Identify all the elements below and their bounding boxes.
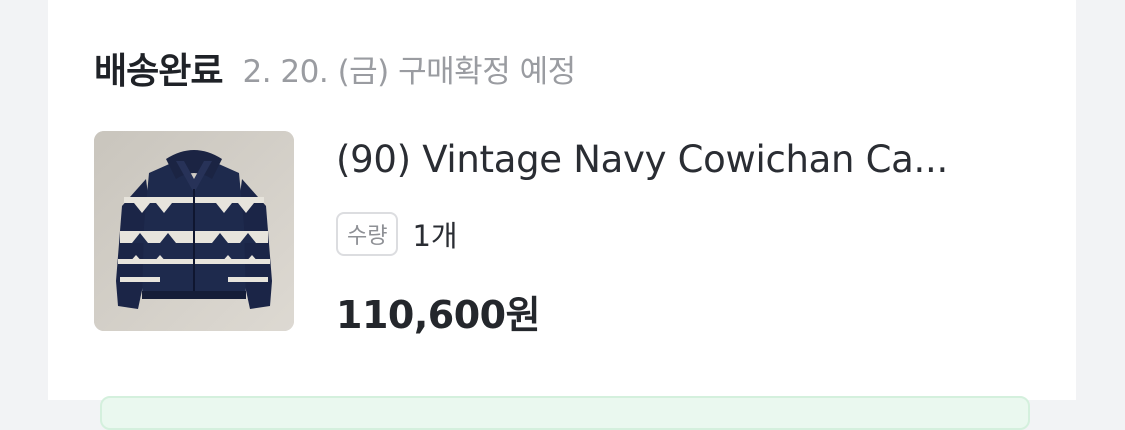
- delivery-status-title: 배송완료: [94, 51, 223, 92]
- quantity-label-chip: 수량: [336, 212, 399, 256]
- purchase-confirm-date: 2. 20. (금) 구매확정 예정: [242, 53, 576, 90]
- next-section-box: [100, 396, 1030, 430]
- product-name[interactable]: (90) Vintage Navy Cowichan Ca...: [336, 138, 1036, 181]
- product-price: 110,600원: [336, 293, 541, 337]
- cardigan-image-icon: [94, 131, 294, 331]
- order-card[interactable]: 배송완료 2. 20. (금) 구매확정 예정 (90) Vintage Nav…: [48, 0, 1076, 430]
- quantity-value: 1개: [412, 219, 458, 253]
- product-thumbnail[interactable]: [94, 131, 294, 331]
- quantity-row: 수량 1개: [336, 208, 458, 260]
- delivery-status-row: 배송완료 2. 20. (금) 구매확정 예정: [94, 40, 576, 96]
